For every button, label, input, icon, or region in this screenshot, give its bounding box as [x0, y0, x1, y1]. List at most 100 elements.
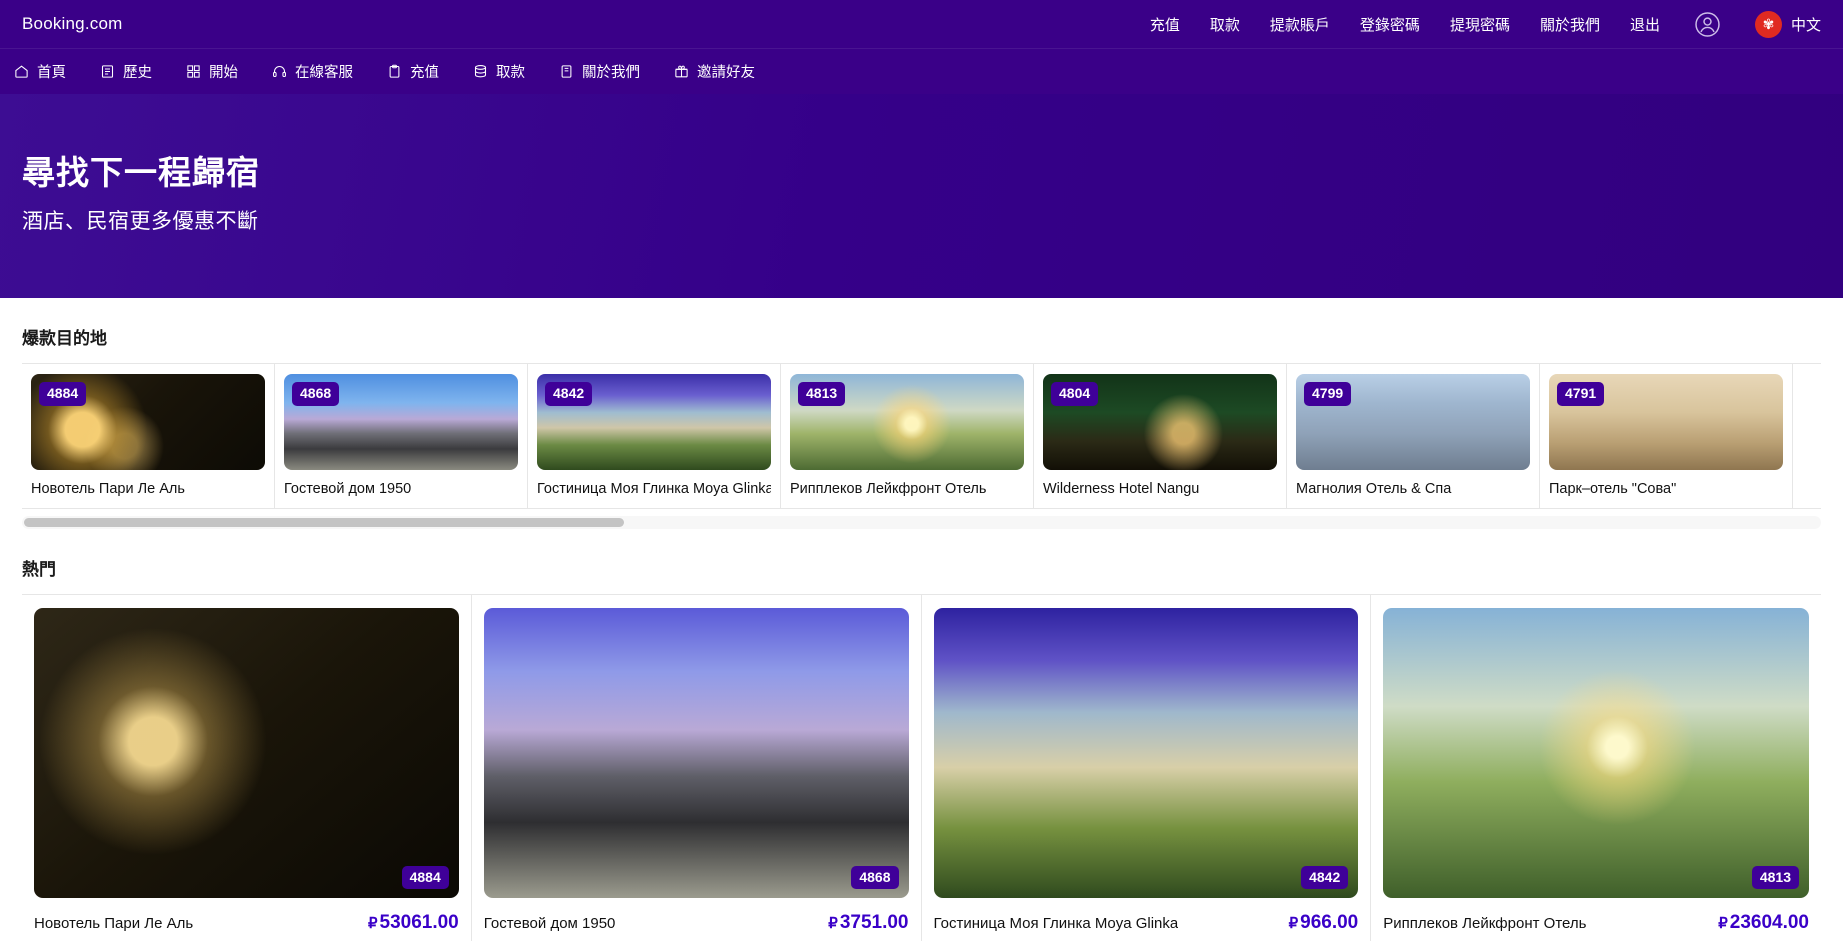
destination-name: Рипплеков Лейкфронт Отель	[790, 481, 987, 497]
hot-section: 熱門 4884Новотель Пари Ле Аль₽53061.00575.…	[0, 529, 1843, 941]
subnav-item-start[interactable]: 開始	[186, 61, 238, 82]
subnav-label: 首頁	[37, 65, 66, 81]
destination-card[interactable]: 4884 Новотель Пари Ле Аль	[22, 364, 275, 508]
hot-card-row: Гостевой дом 1950 ₽3751.00	[484, 912, 909, 934]
subnav-item-home[interactable]: 首頁	[14, 61, 66, 82]
destination-name: Новотель Пари Ле Аль	[31, 481, 185, 497]
hot-name: Новотель Пари Ле Аль	[34, 915, 194, 932]
flag-icon: ✾	[1754, 10, 1782, 38]
hot-thumbnail: 4813	[1383, 608, 1809, 898]
hot-badge: 4813	[1751, 865, 1799, 889]
hot-card[interactable]: 4868Гостевой дом 1950₽3751.00637.50	[472, 595, 922, 941]
hot-card[interactable]: 4842 Гостиница Моя Глинка Moya Glinka ₽966…	[922, 595, 1372, 941]
destination-badge: 4842	[545, 382, 593, 406]
hot-card[interactable]: 4813Рипплеков Лейкфронт Отель₽23604.0087…	[1371, 595, 1821, 941]
language-selector[interactable]: ✾ 中文	[1754, 10, 1821, 38]
hot-title: 熱門	[22, 560, 56, 579]
destinations-section: 爆款目的地 4884 Новотель Пари Ле Аль 4868 Гостев…	[0, 298, 1843, 529]
topnav-item-withdraw[interactable]: 取款	[1210, 14, 1240, 35]
hot-name: Рипплеков Лейкфронт Отель	[1383, 915, 1587, 932]
hot-price-value: 23604.00	[1729, 912, 1809, 933]
topnav-item-withdraw-account[interactable]: 提款賬戶	[1270, 14, 1330, 35]
subnav-item-invite[interactable]: 邀請好友	[674, 61, 755, 82]
subnav-label: 充值	[410, 65, 439, 81]
horizontal-scrollbar[interactable]	[22, 516, 1821, 529]
hot-price: ₽53061.00	[368, 912, 459, 934]
subnav-label: 歷史	[123, 65, 152, 81]
hot-price-value: 3751.00	[839, 912, 909, 933]
destination-name: Парк–отель "Сова"	[1549, 481, 1677, 497]
destination-thumbnail: 4868	[284, 374, 518, 470]
currency-symbol: ₽	[1288, 915, 1299, 932]
destination-badge: 4813	[798, 382, 846, 406]
list-icon	[100, 64, 115, 79]
destination-badge: 4799	[1304, 382, 1352, 406]
subnav-label: 在線客服	[295, 65, 353, 81]
destination-badge: 4791	[1557, 382, 1605, 406]
subnav-label: 關於我們	[582, 65, 640, 81]
grid-icon	[186, 64, 201, 79]
hot-badge: 4868	[851, 865, 899, 889]
hot-badge: 4842	[1301, 865, 1349, 889]
destination-card[interactable]: 4791 Парк–отель "Сова"	[1540, 364, 1793, 508]
destination-thumbnail: 4842	[537, 374, 771, 470]
hot-thumbnail: 4868	[483, 608, 909, 898]
subnav-label: 開始	[209, 65, 238, 81]
clipboard-icon	[387, 64, 402, 79]
destination-card[interactable]: 4804 Wilderness Hotel Nangu	[1034, 364, 1287, 508]
subnav-item-recharge[interactable]: 充值	[387, 61, 439, 82]
destination-thumbnail: 4884	[31, 374, 265, 470]
user-account-icon[interactable]	[1694, 11, 1721, 38]
destination-card[interactable]: 4842 Гостиница Моя Глинка Moya Glinka	[528, 364, 781, 508]
hero-banner: 尋找下一程歸宿 酒店、民宿更多優惠不斷	[0, 94, 1843, 298]
home-icon	[14, 64, 29, 79]
destination-name: Гостевой дом 1950	[284, 481, 412, 497]
topnav-item-logout[interactable]: 退出	[1630, 14, 1660, 35]
hot-thumbnail: 4884	[34, 608, 459, 898]
brand-logo[interactable]: Booking.com	[22, 14, 122, 34]
subnav-item-support[interactable]: 在線客服	[272, 61, 353, 82]
scrollbar-thumb[interactable]	[24, 518, 624, 527]
subnav-item-about[interactable]: 關於我們	[559, 61, 640, 82]
hot-price: ₽966.00	[1289, 912, 1359, 934]
destination-badge: 4868	[292, 382, 340, 406]
gift-icon	[674, 64, 689, 79]
hot-card-row: Гостиница Моя Глинка Moya Glinka ₽966.00	[934, 912, 1359, 934]
primary-nav: 充值 取款 提款賬戶 登錄密碼 提現密碼 關於我們 退出 ✾ 中文	[1150, 10, 1821, 38]
destination-thumbnail: 4813	[790, 374, 1024, 470]
book-icon	[559, 64, 574, 79]
hot-card-row: Новотель Пари Ле Аль ₽53061.00	[34, 912, 459, 934]
destination-thumbnail: 4791	[1549, 374, 1783, 470]
top-header-bar: Booking.com 充值 取款 提款賬戶 登錄密碼 提現密碼 關於我們 退出…	[0, 0, 1843, 48]
destination-badge: 4884	[39, 382, 87, 406]
destination-card[interactable]: 4813 Рипплеков Лейкфронт Отель	[781, 364, 1034, 508]
destinations-strip: 4884 Новотель Пари Ле Аль 4868 Гостевой дом…	[22, 363, 1821, 509]
hot-price-value: 966.00	[1300, 912, 1359, 933]
destination-name: Магнолия Отель & Спа	[1296, 481, 1452, 497]
destination-card[interactable]: 4868 Гостевой дом 1950	[275, 364, 528, 508]
topnav-item-about-us[interactable]: 關於我們	[1540, 14, 1600, 35]
hot-price: ₽3751.00	[828, 912, 908, 934]
hot-card[interactable]: 4884Новотель Пари Ле Аль₽53061.00575.00	[22, 595, 472, 941]
hot-price: ₽23604.00	[1718, 912, 1809, 934]
destinations-title: 爆款目的地	[22, 329, 107, 348]
subnav-label: 取款	[496, 65, 525, 81]
topnav-item-login-password[interactable]: 登錄密碼	[1360, 14, 1420, 35]
hot-badge: 4884	[401, 865, 449, 889]
hot-name: Гостиница Моя Глинка Moya Glinka	[933, 915, 1179, 932]
destination-card[interactable]: 4799 Магнолия Отель & Спа	[1287, 364, 1540, 508]
hero-title: 尋找下一程歸宿	[22, 154, 260, 191]
subnav-item-history[interactable]: 歷史	[100, 61, 152, 82]
destination-thumbnail: 4804	[1043, 374, 1277, 470]
destination-badge: 4804	[1051, 382, 1099, 406]
language-label: 中文	[1790, 16, 1821, 34]
hot-price-value: 53061.00	[379, 912, 459, 933]
subnav-item-withdraw[interactable]: 取款	[473, 61, 525, 82]
destination-name: Wilderness Hotel Nangu	[1043, 481, 1200, 497]
hot-grid: 4884Новотель Пари Ле Аль₽53061.00575.004…	[22, 594, 1821, 941]
destination-thumbnail: 4799	[1296, 374, 1530, 470]
subnav-label: 邀請好友	[697, 65, 755, 81]
topnav-item-recharge[interactable]: 充值	[1150, 14, 1180, 35]
hero-subtitle: 酒店、民宿更多優惠不斷	[22, 210, 259, 233]
topnav-item-withdraw-password[interactable]: 提現密碼	[1450, 14, 1510, 35]
